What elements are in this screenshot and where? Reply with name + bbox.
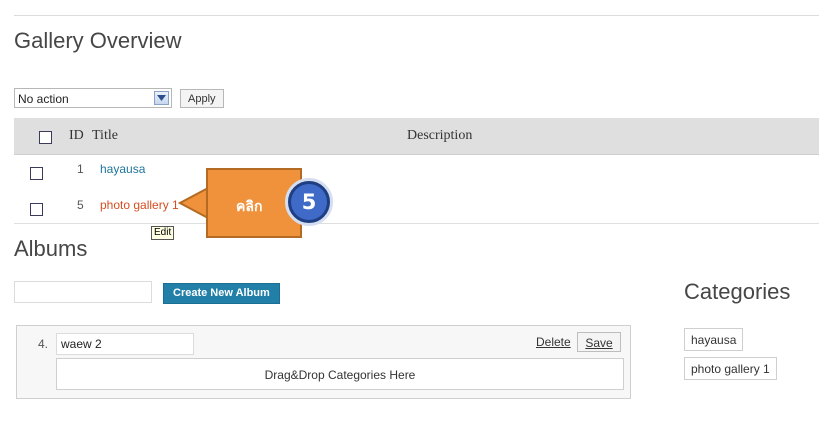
category-item[interactable]: photo gallery 1	[684, 357, 777, 380]
bulk-action-select[interactable]: No action	[14, 88, 172, 108]
edit-tooltip: Edit	[151, 226, 175, 240]
column-id: ID	[69, 128, 84, 143]
callout-text: คลิก	[236, 198, 263, 214]
column-description: Description	[407, 128, 473, 143]
save-album-button[interactable]: Save	[577, 332, 621, 352]
row-id: 5	[77, 198, 84, 212]
category-item[interactable]: hayausa	[684, 328, 744, 351]
gallery-title-link[interactable]: hayausa	[100, 162, 145, 176]
step-number-badge: 5	[285, 178, 333, 226]
row-checkbox[interactable]	[30, 203, 43, 216]
page-title: Gallery Overview	[14, 28, 182, 53]
gallery-table-header: ID Title Description	[14, 118, 819, 155]
albums-heading: Albums	[14, 236, 88, 261]
bulk-action-value: No action	[18, 92, 69, 106]
delete-album-link[interactable]: Delete	[536, 335, 571, 349]
album-name-input[interactable]: waew 2	[56, 333, 194, 355]
step-number: 5	[301, 190, 317, 214]
categories-heading: Categories	[684, 279, 791, 304]
top-divider	[14, 15, 819, 16]
column-title: Title	[92, 128, 118, 143]
create-new-album-button[interactable]: Create New Album	[163, 283, 280, 304]
table-row: 5 photo gallery 1	[14, 189, 819, 224]
table-row: 1 hayausa	[14, 155, 819, 190]
row-id: 1	[77, 162, 84, 176]
chevron-down-icon[interactable]	[154, 91, 169, 105]
select-all-checkbox[interactable]	[39, 131, 52, 144]
category-drop-zone[interactable]: Drag&Drop Categories Here	[56, 358, 624, 390]
apply-button[interactable]: Apply	[180, 89, 224, 108]
new-album-input[interactable]	[14, 281, 152, 303]
row-checkbox[interactable]	[30, 167, 43, 180]
album-number: 4.	[38, 337, 49, 351]
gallery-title-link[interactable]: photo gallery 1	[100, 198, 179, 212]
